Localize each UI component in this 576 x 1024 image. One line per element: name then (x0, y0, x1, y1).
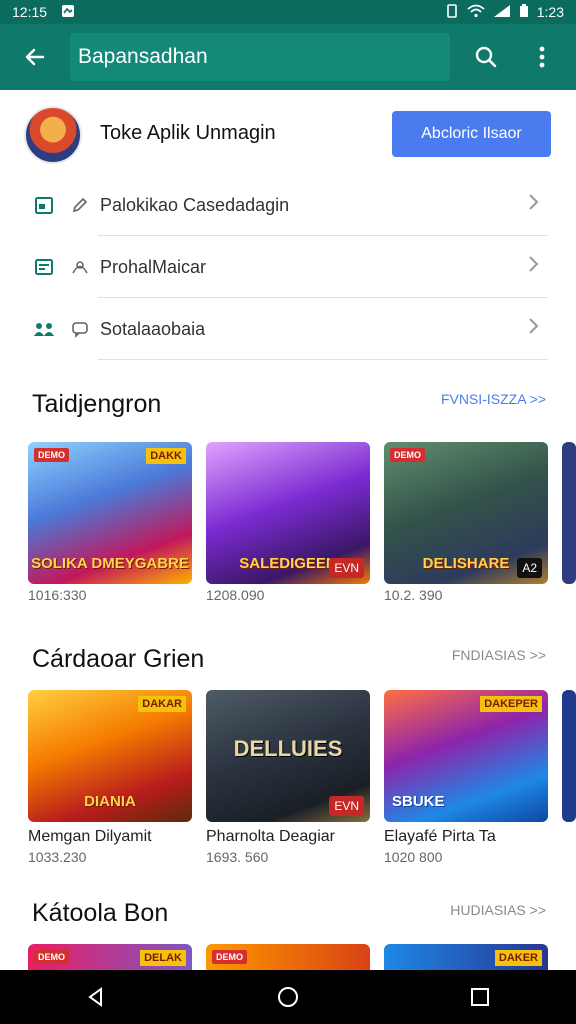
search-input[interactable]: Bapansadhan (70, 33, 450, 81)
game-thumbnail: DEMO (206, 944, 370, 970)
game-thumbnail: DEMO DAKK SOLIKA DMEYGABRE (28, 442, 192, 584)
circle-home-icon (278, 987, 298, 1007)
game-tag-secondary: DELAK (140, 950, 186, 966)
game-tag-secondary: DAKER (494, 950, 542, 966)
status-bar: 12:15 1:23 (0, 0, 576, 24)
group-icon (32, 317, 56, 341)
profile-row: Toke Aplik Unmagin Abcloric Ilsaor (0, 100, 576, 168)
game-tag-secondary: DAKAR (138, 696, 186, 712)
game-card[interactable]: DAKAR DIANIA Memgan Dilyamit 1033.230 (28, 690, 192, 865)
profile-action-button[interactable]: Abcloric Ilsaor (392, 111, 551, 157)
nav-back-button[interactable] (66, 970, 126, 1024)
search-button[interactable] (458, 24, 514, 90)
calendar-icon (32, 193, 56, 217)
game-title: Memgan Dilyamit (28, 828, 152, 845)
game-thumbnail: DEMO DELISHARE A2 (384, 442, 548, 584)
game-card[interactable]: SALEDIGEEN EVN 1208.090 (206, 442, 370, 603)
menu-item-label: Sotalaaobaia (100, 318, 206, 339)
game-badge: A2 (517, 558, 542, 578)
back-button[interactable] (0, 24, 70, 90)
game-meta: 1016:330 (28, 587, 87, 603)
chevron-right-icon (527, 193, 539, 217)
game-tag: DEMO (34, 950, 69, 964)
divider (98, 359, 548, 360)
pencil-icon (68, 193, 92, 217)
overflow-menu-button[interactable] (514, 24, 570, 90)
game-meta: 1208.090 (206, 587, 265, 603)
menu-item-label: Palokikao Casedadagin (100, 194, 290, 215)
profile-action-label: Abcloric Ilsaor (421, 125, 522, 142)
avatar[interactable] (24, 106, 82, 164)
game-overlay-title: SBUKE (392, 793, 445, 810)
chevron-right-icon (527, 255, 539, 279)
game-card[interactable]: DEMO DELISHARE A2 10.2. 390 (384, 442, 548, 603)
game-meta: 1693. 560 (206, 849, 269, 865)
status-time-left: 12:15 (12, 4, 48, 20)
game-badge: EVN (329, 796, 364, 816)
section-see-all-2[interactable]: FNDIASIAS >> (452, 647, 546, 663)
person-icon (68, 255, 92, 279)
game-tag-secondary: DAKEPER (480, 696, 542, 712)
menu-item-label: ProhalMaicar (100, 256, 207, 277)
game-meta: 1020 800 (384, 849, 443, 865)
wifi-icon (467, 4, 485, 21)
game-thumbnail: DAKAR DIANIA (28, 690, 192, 822)
game-tag: DEMO (212, 950, 247, 964)
game-overlay-title: DIANIA (84, 793, 136, 810)
section-see-all-3[interactable]: HUDIASIAS >> (450, 902, 546, 918)
game-card[interactable]: DAKER (384, 944, 548, 970)
game-card[interactable]: DEMO DELAK (28, 944, 192, 970)
game-card[interactable]: DELLUIES EVN Pharnolta Deagiar 1693. 560 (206, 690, 370, 865)
chat-icon (68, 317, 92, 341)
game-title: Pharnolta Deagiar (206, 828, 335, 845)
card-icon (32, 255, 56, 279)
game-card[interactable]: DEMO (206, 944, 370, 970)
game-tag: DEMO (34, 448, 69, 462)
status-time-right: 1:23 (536, 4, 564, 20)
game-meta: 1033.230 (28, 849, 87, 865)
game-thumbnail (562, 442, 576, 584)
profile-name: Toke Aplik Unmagin (100, 122, 276, 144)
app-bar: Bapansadhan (0, 24, 576, 90)
game-thumbnail: SALEDIGEEN EVN (206, 442, 370, 584)
game-overlay-title: DELLUIES (233, 736, 343, 761)
section-title-3: Kátoola Bon (32, 899, 169, 927)
game-title: Elayafé Pirta Ta (384, 828, 496, 845)
search-icon (475, 46, 497, 68)
search-input-value: Bapansadhan (78, 45, 208, 68)
menu-item-1[interactable]: Palokikao Casedadagin (0, 174, 576, 236)
game-tag: DEMO (390, 448, 425, 462)
game-meta: 10.2. 390 (384, 587, 443, 603)
menu-item-2[interactable]: ProhalMaicar (0, 236, 576, 298)
game-thumbnail (562, 690, 576, 822)
system-nav-bar (0, 970, 576, 1024)
square-recents-icon (471, 988, 489, 1006)
game-card[interactable]: DAKEPER SBUKE Elayafé Pirta Ta 1020 800 (384, 690, 548, 865)
arrow-left-icon (25, 48, 45, 66)
nav-recents-button[interactable] (450, 970, 510, 1024)
notification-icon (61, 4, 75, 21)
section-title-1: Taidjengron (32, 390, 162, 418)
section-title-2: Cárdaoar Grien (32, 645, 205, 673)
game-thumbnail: DELLUIES EVN (206, 690, 370, 822)
menu-item-3[interactable]: Sotalaaobaia (0, 298, 576, 360)
game-card-partial[interactable] (562, 442, 576, 584)
section-see-all-1[interactable]: FVNSI-ISZZA >> (441, 391, 546, 407)
nav-home-button[interactable] (258, 970, 318, 1024)
battery-icon (519, 3, 529, 21)
signal-icon (493, 4, 511, 21)
game-tag-secondary: DAKK (146, 448, 186, 464)
chevron-right-icon (527, 317, 539, 341)
game-thumbnail: DEMO DELAK (28, 944, 192, 970)
game-thumbnail: DAKEPER SBUKE (384, 690, 548, 822)
vibrate-icon (445, 3, 459, 21)
game-card[interactable]: DEMO DAKK SOLIKA DMEYGABRE 1016:330 (28, 442, 192, 603)
more-vert-icon (539, 46, 545, 68)
game-thumbnail: DAKER (384, 944, 548, 970)
triangle-back-icon (88, 987, 102, 1007)
game-overlay-title: SOLIKA DMEYGABRE (31, 555, 189, 572)
game-badge: EVN (329, 558, 364, 578)
game-card-partial[interactable] (562, 690, 576, 822)
